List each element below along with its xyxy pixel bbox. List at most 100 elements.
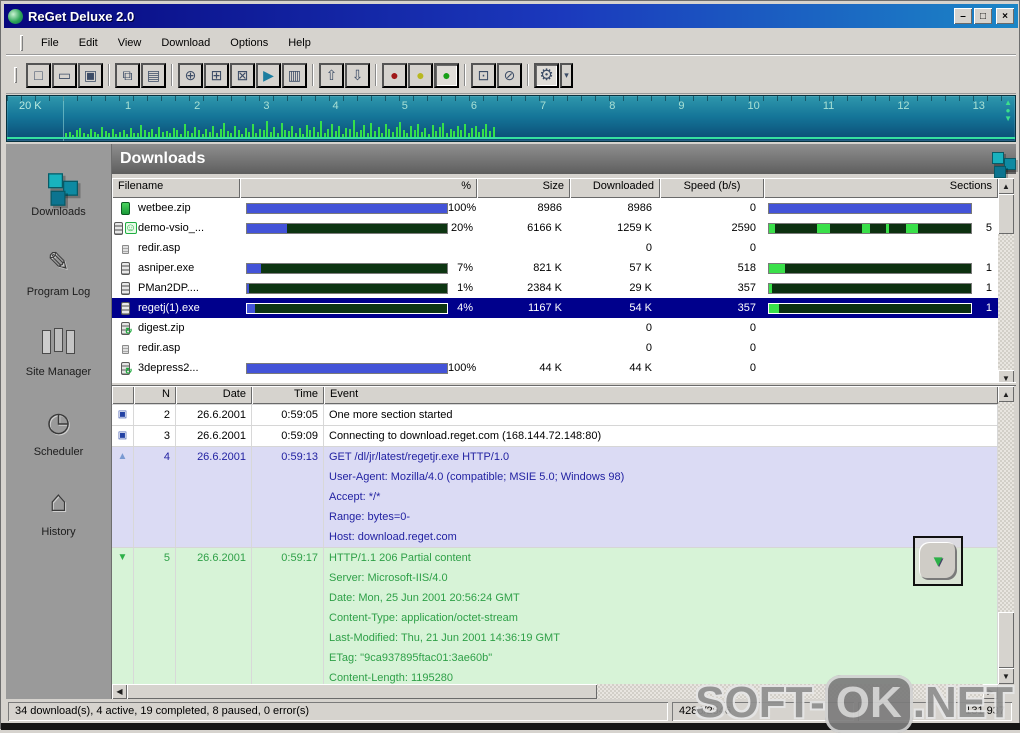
paste-button[interactable]: ▤ — [141, 63, 166, 88]
sidebar-item-program-log[interactable]: ✎ Program Log — [27, 244, 91, 298]
move-up-button[interactable]: ⇧ — [319, 63, 344, 88]
options-dropdown-button[interactable]: ▾ — [560, 63, 573, 88]
log-table-header: N Date Time Event — [112, 386, 998, 404]
column-percent[interactable]: % — [240, 178, 477, 198]
column-n[interactable]: N — [134, 386, 176, 404]
menu-edit[interactable]: Edit — [69, 34, 108, 52]
stop-all-button[interactable]: ● — [382, 63, 407, 88]
download-downloaded: 57 K — [570, 262, 660, 274]
delete-download-button[interactable]: ⊠ — [230, 63, 255, 88]
scrollbar-thumb[interactable] — [127, 684, 597, 699]
options-button[interactable]: ⚙ — [534, 63, 559, 88]
menu-view[interactable]: View — [108, 34, 152, 52]
scroll-to-latest-button[interactable]: ▼ — [913, 536, 963, 586]
sidebar-item-site-manager[interactable]: Site Manager — [26, 324, 91, 378]
download-filename: redir.asp — [138, 342, 240, 354]
graph-scroll-arrows[interactable]: ▲ ● ▼ — [1004, 99, 1012, 123]
view-log-button[interactable]: ▥ — [282, 63, 307, 88]
toolbar-gripper-2[interactable] — [14, 67, 17, 83]
menu-download[interactable]: Download — [151, 34, 220, 52]
status-queued-icon — [121, 322, 130, 335]
open-button[interactable]: ▭ — [52, 63, 77, 88]
toolbar-separator — [527, 64, 529, 86]
progress-percent: 20% — [451, 222, 477, 234]
sidebar-item-scheduler[interactable]: ◷ Scheduler — [34, 404, 84, 458]
column-downloaded[interactable]: Downloaded — [570, 178, 660, 198]
start-all-button[interactable]: ● — [434, 63, 459, 88]
column-time[interactable]: Time — [252, 386, 324, 404]
log-n: 5 — [134, 548, 176, 684]
download-size: 2384 K — [477, 282, 570, 294]
log-row[interactable]: ▣ 3 26.6.2001 0:59:09 Connecting to down… — [112, 425, 998, 446]
add-download-button[interactable]: ⊕ — [178, 63, 203, 88]
sidebar-item-downloads[interactable]: Downloads — [31, 164, 85, 218]
download-filename: regetj(1).exe — [138, 302, 240, 314]
scroll-up-icon[interactable]: ▲ — [998, 386, 1014, 402]
smiley-icon: ☺ — [125, 222, 137, 234]
pause-all-button[interactable]: ● — [408, 63, 433, 88]
log-n: 2 — [134, 405, 176, 425]
scrollbar-thumb[interactable] — [998, 194, 1014, 234]
new-document-icon: □ — [34, 67, 42, 83]
menu-help[interactable]: Help — [278, 34, 321, 52]
download-row[interactable]: redir.asp 0 0 — [112, 338, 998, 358]
toolbar-separator — [375, 64, 377, 86]
scrollbar-thumb[interactable] — [998, 612, 1014, 668]
menu-file[interactable]: File — [31, 34, 69, 52]
download-row-selected[interactable]: regetj(1).exe 4% 1167 K 54 K 357 1 — [112, 298, 998, 318]
chevron-down-icon: ▾ — [564, 70, 569, 81]
sections-count: 5 — [986, 222, 998, 234]
download-row[interactable]: digest.zip 0 0 — [112, 318, 998, 338]
column-event[interactable]: Event — [324, 386, 998, 404]
progress-percent: 1% — [457, 282, 477, 294]
start-download-button[interactable]: ▶ — [256, 63, 281, 88]
download-properties-button[interactable]: ⊞ — [204, 63, 229, 88]
column-log-icon[interactable] — [112, 386, 134, 404]
disconnect-button[interactable]: ⊘ — [497, 63, 522, 88]
move-down-button[interactable]: ⇩ — [345, 63, 370, 88]
log-info-icon: ▣ — [112, 405, 134, 425]
log-scrollbar[interactable]: ▲ ▼ — [998, 386, 1014, 684]
sidebar-item-label: Scheduler — [34, 446, 84, 458]
log-event-line: User-Agent: Mozilla/4.0 (compatible; MSI… — [329, 467, 992, 487]
toolbar-gripper[interactable] — [20, 35, 23, 51]
menu-options[interactable]: Options — [220, 34, 278, 52]
download-row[interactable]: wetbee.zip 100% 8986 8986 0 — [112, 198, 998, 218]
progress-bar — [246, 303, 448, 314]
sections-bar — [768, 303, 972, 314]
save-button[interactable]: ▣ — [78, 63, 103, 88]
download-row[interactable]: asniper.exe 7% 821 K 57 K 518 1 — [112, 258, 998, 278]
sidebar-item-history[interactable]: ⌂ History — [41, 484, 75, 538]
log-row-request[interactable]: ▲ 4 26.6.2001 0:59:13 GET /dl/jr/latest/… — [112, 446, 998, 547]
column-speed[interactable]: Speed (b/s) — [660, 178, 764, 198]
log-event-line: ETag: "9ca937895ftac01:3ae60b" — [329, 648, 992, 668]
download-row[interactable]: 3depress2... 100% 44 K 44 K 0 — [112, 358, 998, 378]
sidebar-item-label: History — [41, 526, 75, 538]
column-filename[interactable]: Filename — [112, 178, 240, 198]
speed-graph: 20 K 12 34 56 78 910 1112 13 ▲ ● ▼ — [6, 95, 1016, 142]
download-row[interactable]: ☺ demo-vsio_... 20% 6166 K 1259 K 2590 5 — [112, 218, 998, 238]
new-download-button[interactable]: □ — [26, 63, 51, 88]
close-button[interactable]: × — [996, 8, 1014, 24]
toolbar-separator — [108, 64, 110, 86]
start-download-icon: ▶ — [263, 67, 274, 84]
log-event-line: Accept: */* — [329, 487, 992, 507]
scroll-up-icon[interactable]: ▲ — [998, 178, 1014, 194]
copy-button[interactable]: ⧉ — [115, 63, 140, 88]
log-row[interactable]: ▣ 2 26.6.2001 0:59:05 One more section s… — [112, 404, 998, 425]
download-row[interactable]: PMan2DP.... 1% 2384 K 29 K 357 1 — [112, 278, 998, 298]
maximize-button[interactable]: □ — [974, 8, 992, 24]
download-row[interactable]: redir.asp 0 0 — [112, 238, 998, 258]
downloads-list: wetbee.zip 100% 8986 8986 0 ☺ demo-vsio_… — [112, 198, 998, 386]
column-size[interactable]: Size — [477, 178, 570, 198]
connect-button[interactable]: ⊡ — [471, 63, 496, 88]
minimize-button[interactable]: – — [954, 8, 972, 24]
download-speed: 518 — [660, 262, 764, 274]
column-date[interactable]: Date — [176, 386, 252, 404]
scroll-left-icon[interactable]: ◀ — [112, 684, 127, 699]
status-active-icon — [121, 282, 130, 295]
log-row-response[interactable]: ▼ 5 26.6.2001 0:59:17 HTTP/1.1 206 Parti… — [112, 547, 998, 684]
downloads-scrollbar[interactable]: ▲ ▼ — [998, 178, 1014, 386]
column-sections[interactable]: Sections — [764, 178, 998, 198]
download-size: 1167 K — [477, 302, 570, 314]
